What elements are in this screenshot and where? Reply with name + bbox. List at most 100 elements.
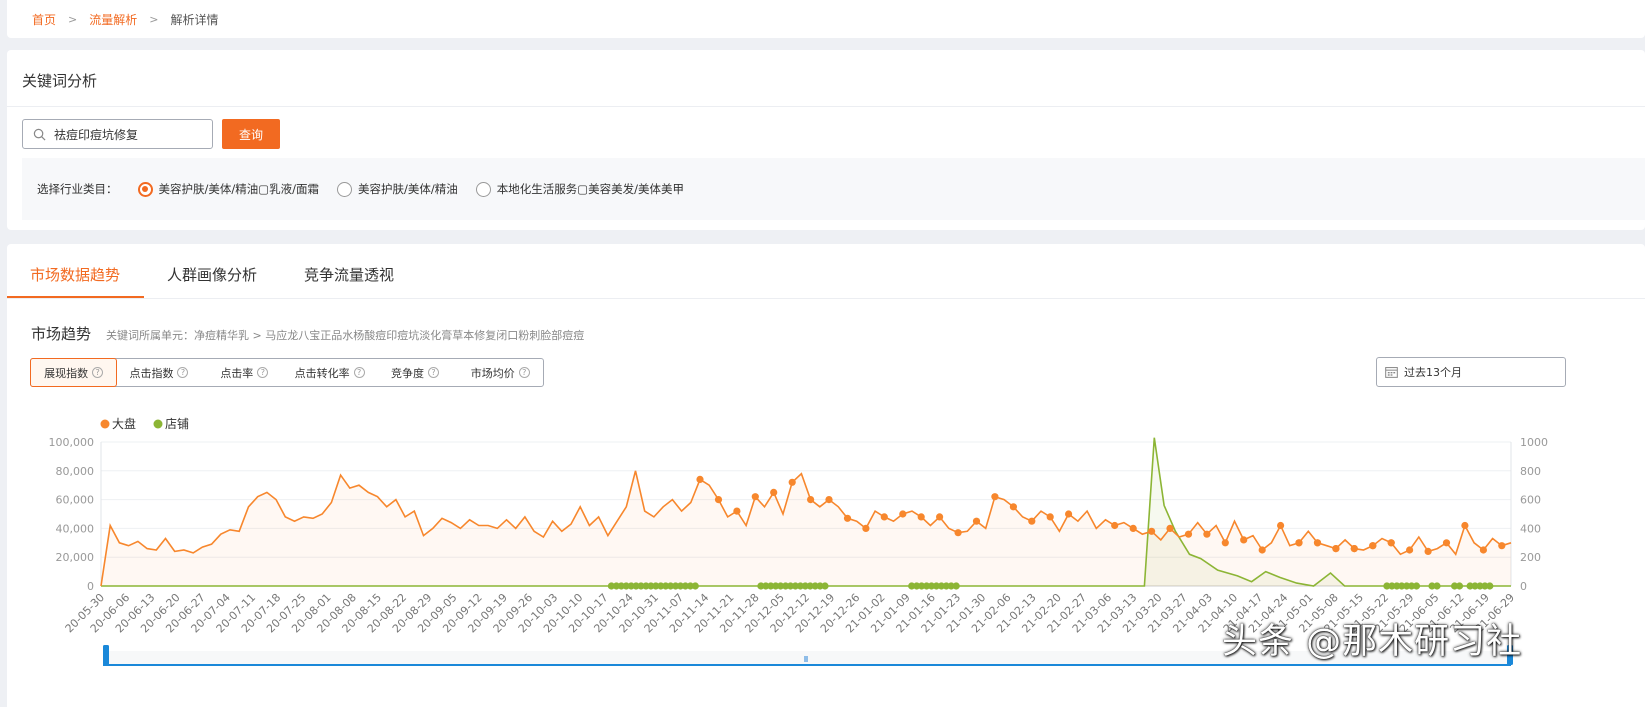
legend-label: 大盘: [112, 416, 136, 431]
market-point: [1332, 545, 1340, 553]
market-point: [1184, 530, 1193, 538]
y-tick-left: 60,000: [56, 494, 95, 507]
market-point: [1406, 546, 1414, 554]
date-range-picker[interactable]: 过去13个月: [1376, 357, 1566, 387]
breadcrumb-home[interactable]: 首页: [32, 11, 56, 28]
help-icon[interactable]: ?: [518, 367, 530, 378]
market-point: [751, 493, 759, 501]
breadcrumb: 首页 > 流量解析 > 解析详情: [32, 11, 218, 28]
tab-bar: 市场数据趋势 人群画像分析 竞争流量透视: [7, 244, 1645, 299]
market-point: [807, 496, 815, 504]
metric-label: 点击率: [220, 366, 254, 380]
y-tick-left: 20,000: [56, 551, 95, 564]
market-point: [1009, 503, 1018, 511]
metric-impressions[interactable]: 展现指数?: [30, 358, 118, 387]
radio-icon[interactable]: [337, 181, 352, 197]
breadcrumb-current: 解析详情: [170, 13, 219, 27]
metric-label: 竞争度: [390, 366, 424, 380]
market-point: [862, 524, 870, 532]
search-icon: [33, 128, 46, 140]
search-box[interactable]: [22, 119, 213, 149]
market-point: [954, 529, 962, 537]
tab-market-trend[interactable]: 市场数据趋势: [30, 264, 120, 285]
market-point: [1498, 542, 1506, 550]
industry-option-label: 美容护肤/美体/精油▢乳液/面霜: [158, 182, 320, 196]
y-tick-left: 0: [87, 580, 94, 593]
industry-selector: 选择行业类目： 美容护肤/美体/精油▢乳液/面霜 美容护肤/美体/精油 本地化生…: [22, 158, 1645, 220]
market-point: [1350, 545, 1358, 553]
date-range-label: 过去13个月: [1404, 366, 1462, 379]
metric-avg-price[interactable]: 市场均价?: [458, 359, 543, 386]
shop-point: [952, 582, 960, 590]
market-point: [1387, 539, 1395, 547]
keyword-analysis-panel: 关键词分析 查询 选择行业类目： 美容护肤/美体/精油▢乳液/面霜 美容护肤/美…: [7, 50, 1645, 230]
industry-label: 选择行业类目：: [37, 182, 118, 196]
industry-option-1[interactable]: 美容护肤/美体/精油▢乳液/面霜: [137, 181, 320, 197]
shop-point: [1412, 582, 1421, 590]
market-point: [1221, 539, 1229, 547]
shop-point: [1433, 582, 1441, 590]
industry-option-2[interactable]: 美容护肤/美体/精油: [337, 181, 458, 197]
metric-ctr[interactable]: 点击率?: [202, 359, 287, 386]
industry-option-3[interactable]: 本地化生活服务▢美容美发/美体美甲: [475, 181, 684, 197]
market-point: [1313, 539, 1322, 547]
market-point: [696, 475, 704, 483]
section-title: 市场趋势: [31, 325, 92, 343]
market-point: [1369, 542, 1377, 550]
zoom-handle-left: [103, 645, 109, 665]
legend-label: 店铺: [165, 417, 189, 431]
y-tick-left: 80,000: [56, 465, 95, 478]
market-point: [1258, 546, 1266, 554]
y-tick-right: 800: [1520, 465, 1541, 478]
radio-icon[interactable]: [475, 181, 491, 197]
shop-point: [821, 582, 829, 590]
metric-label: 市场均价: [470, 366, 515, 380]
radio-checked-icon[interactable]: [137, 181, 153, 197]
metric-conversion[interactable]: 点击转化率?: [287, 359, 372, 386]
watermark: 头条 @那木研习社: [1222, 622, 1523, 662]
y-tick-right: 0: [1520, 580, 1527, 593]
tab-audience[interactable]: 人群画像分析: [167, 264, 257, 285]
help-icon[interactable]: ?: [92, 367, 104, 378]
market-point: [1065, 510, 1073, 518]
shop-point: [1455, 582, 1464, 590]
breadcrumb-traffic[interactable]: 流量解析: [89, 11, 137, 28]
market-point: [991, 493, 999, 501]
help-icon[interactable]: ?: [353, 367, 365, 378]
market-point: [1203, 530, 1211, 538]
market-point: [1442, 539, 1451, 547]
shop-point: [1486, 582, 1494, 590]
category-path: 关键词所属单元：净痘精华乳 > 马应龙八宝正品水杨酸痘印痘坑淡化膏草本修复闭口粉…: [106, 329, 585, 342]
market-point: [972, 517, 981, 525]
metric-tabs: 展现指数? 点击指数? 点击率? 点击转化率? 竞争度? 市场均价?: [30, 358, 544, 387]
market-point: [1111, 521, 1119, 530]
tab-competition[interactable]: 竞争流量透视: [304, 264, 394, 285]
metric-clicks[interactable]: 点击指数?: [116, 359, 201, 386]
market-point: [899, 510, 907, 518]
market-point: [1240, 536, 1248, 544]
y-tick-left: 40,000: [56, 522, 95, 535]
y-tick-right: 600: [1520, 494, 1541, 507]
calendar-icon: [1385, 367, 1398, 378]
search-input[interactable]: [54, 127, 204, 141]
market-point: [1129, 524, 1137, 532]
market-point: [825, 496, 833, 504]
market-point: [1461, 521, 1469, 530]
market-point: [770, 488, 778, 496]
market-point: [1424, 547, 1432, 555]
y-tick-right: 200: [1520, 551, 1541, 564]
metric-competition[interactable]: 竞争度?: [372, 359, 457, 386]
divider: [7, 106, 1645, 107]
search-button[interactable]: 查询: [222, 119, 280, 149]
market-point: [733, 507, 741, 515]
industry-option-label: 美容护肤/美体/精油: [358, 182, 458, 196]
help-icon[interactable]: ?: [427, 367, 439, 378]
y-tick-right: 1000: [1520, 436, 1548, 449]
market-point: [1277, 521, 1285, 530]
legend-marker: [153, 419, 163, 429]
chevron-right-icon: >: [149, 13, 159, 26]
help-icon[interactable]: ?: [257, 367, 269, 378]
tab-indicator: [7, 296, 144, 298]
y-tick-left: 100,000: [49, 436, 95, 449]
help-icon[interactable]: ?: [177, 367, 189, 378]
